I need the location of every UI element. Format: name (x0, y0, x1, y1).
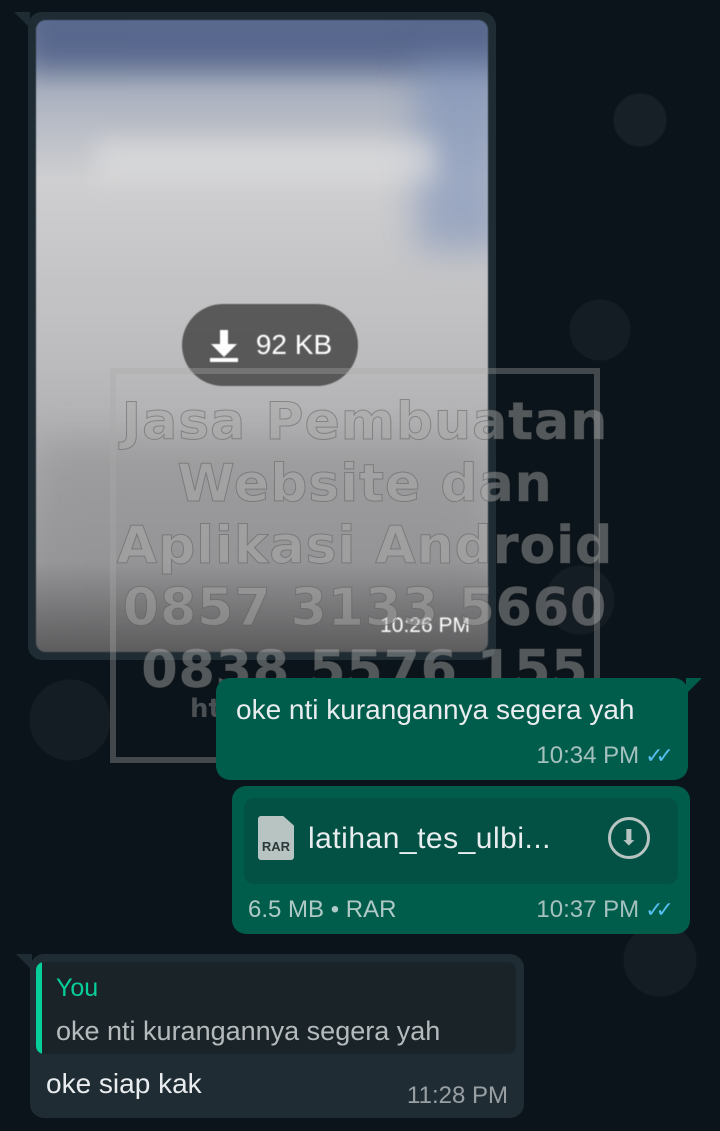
message-time: 10:37 PM (536, 896, 640, 923)
blurred-image-thumbnail[interactable]: 92 KB 10:26 PM (36, 20, 488, 652)
bubble-tail (14, 12, 30, 28)
download-arrow-icon (209, 330, 238, 362)
double-check-icon: ✓✓ (645, 897, 674, 922)
download-size: 92 KB (255, 329, 333, 360)
rar-file-icon: RAR (258, 816, 294, 860)
message-text: oke siap kak (46, 1068, 202, 1099)
quote-accent-bar (36, 962, 42, 1054)
image-download-button[interactable]: 92 KB (182, 304, 358, 386)
file-name: latihan_tes_ulbi... (308, 822, 551, 855)
file-attachment-card[interactable]: RAR latihan_tes_ulbi... ⬇ (244, 798, 678, 884)
download-arrow-icon: ⬇ (619, 825, 639, 850)
quoted-message[interactable]: You oke nti kurangannya segera yah (36, 962, 516, 1054)
outgoing-file-message[interactable]: RAR latihan_tes_ulbi... ⬇ 6.5 MB • RAR 1… (232, 786, 690, 934)
message-text: oke nti kurangannya segera yah (236, 694, 635, 725)
file-info: 6.5 MB • RAR (248, 896, 397, 923)
message-meta: 10:34 PM ✓✓ (536, 742, 674, 770)
incoming-reply-message[interactable]: You oke nti kurangannya segera yah oke s… (16, 954, 524, 1118)
message-time: 11:28 PM (407, 1082, 508, 1109)
file-download-button[interactable]: ⬇ (608, 817, 650, 859)
quote-text: oke nti kurangannya segera yah (56, 1016, 441, 1046)
outgoing-text-message[interactable]: oke nti kurangannya segera yah 10:34 PM … (216, 678, 702, 780)
bubble-tail (16, 954, 32, 970)
double-check-icon: ✓✓ (645, 743, 674, 768)
message-time: 10:26 PM (380, 614, 470, 637)
message-meta: 10:37 PM ✓✓ (536, 896, 674, 924)
bubble-tail (686, 678, 702, 694)
message-time: 10:34 PM (536, 742, 640, 769)
quote-author: You (56, 974, 99, 1002)
incoming-image-message[interactable]: 92 KB 10:26 PM (14, 12, 496, 660)
